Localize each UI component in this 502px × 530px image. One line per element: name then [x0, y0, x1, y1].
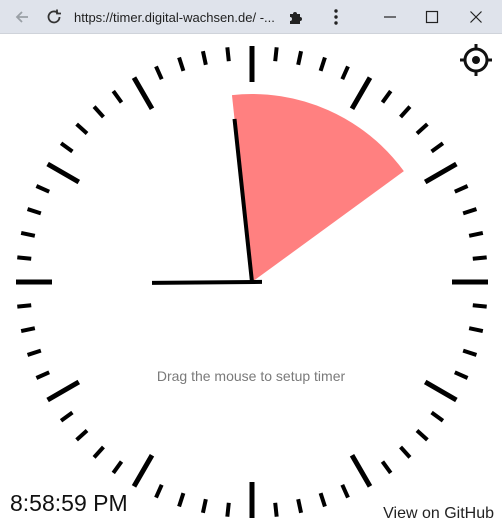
- clock-tick: [273, 502, 279, 517]
- reload-icon[interactable]: [40, 0, 68, 34]
- clock-tick: [131, 76, 155, 111]
- hour-hand: [151, 279, 263, 285]
- clock-tick: [75, 122, 89, 135]
- clock-tick: [111, 460, 124, 475]
- timer-page: Drag the mouse to setup timer 8:58:59 PM…: [0, 34, 502, 530]
- address-bar[interactable]: https://timer.digital-wachsen.de/ -...: [74, 0, 274, 34]
- clock-tick: [399, 445, 412, 459]
- clock-tick: [340, 483, 350, 499]
- minimize-icon[interactable]: [372, 0, 408, 34]
- clock-tick: [340, 65, 350, 81]
- clock-tick: [154, 65, 164, 81]
- clock-tick: [59, 410, 74, 423]
- clock-tick: [472, 255, 487, 261]
- clock-tick: [273, 47, 279, 62]
- clock-tick: [296, 498, 304, 514]
- clock-tick: [380, 89, 393, 104]
- clock-tick: [92, 105, 105, 119]
- clock-tick: [318, 56, 327, 72]
- clock-tick: [318, 492, 327, 508]
- browser-titlebar: https://timer.digital-wachsen.de/ -...: [0, 0, 502, 34]
- clock-tick: [380, 460, 393, 475]
- current-time: 8:58:59 PM: [10, 490, 128, 516]
- maximize-icon[interactable]: [414, 0, 450, 34]
- timer-sector: [231, 94, 404, 283]
- clock-tick: [430, 410, 445, 423]
- clock-tick: [225, 502, 231, 517]
- clock-tick: [177, 56, 186, 72]
- github-link[interactable]: View on GitHub: [383, 505, 494, 523]
- clock-tick: [154, 483, 164, 499]
- clock-tick: [225, 47, 231, 62]
- clock-tick: [468, 326, 484, 334]
- clock-tick: [20, 326, 36, 334]
- clock-tick: [415, 429, 429, 442]
- clock-tick: [17, 303, 32, 309]
- back-arrow-icon[interactable]: [8, 0, 36, 34]
- clock-tick: [75, 429, 89, 442]
- clock-tick: [200, 50, 208, 66]
- clock-tick: [200, 498, 208, 514]
- clock-tick: [46, 161, 81, 185]
- clock-tick: [92, 445, 105, 459]
- clock-tick: [399, 105, 412, 119]
- clock-tick: [35, 184, 51, 194]
- puzzle-extension-icon[interactable]: [282, 0, 310, 34]
- clock-tick: [131, 453, 155, 488]
- clock-tick: [17, 255, 32, 261]
- drag-hint: Drag the mouse to setup timer: [156, 368, 346, 384]
- clock-tick: [453, 184, 469, 194]
- clock-tick: [349, 76, 373, 111]
- clock-tick: [415, 122, 429, 135]
- clock-tick: [423, 161, 458, 185]
- clock-tick: [468, 230, 484, 238]
- clock-tick: [59, 141, 74, 154]
- clock-tick: [26, 207, 42, 216]
- clock-tick: [349, 453, 373, 488]
- clock-tick: [430, 141, 445, 154]
- clock-tick: [111, 89, 124, 104]
- clock-tick: [296, 50, 304, 66]
- clock-face[interactable]: [0, 34, 502, 530]
- clock-tick: [462, 348, 478, 357]
- gear-icon[interactable]: [458, 42, 494, 78]
- clock-tick: [423, 379, 458, 403]
- kebab-menu-icon[interactable]: [322, 0, 350, 34]
- close-icon[interactable]: [458, 0, 494, 34]
- clock-tick: [472, 303, 487, 309]
- clock-tick: [20, 230, 36, 238]
- clock-tick: [462, 207, 478, 216]
- clock-tick: [177, 492, 186, 508]
- clock-tick: [46, 379, 81, 403]
- clock-tick: [26, 348, 42, 357]
